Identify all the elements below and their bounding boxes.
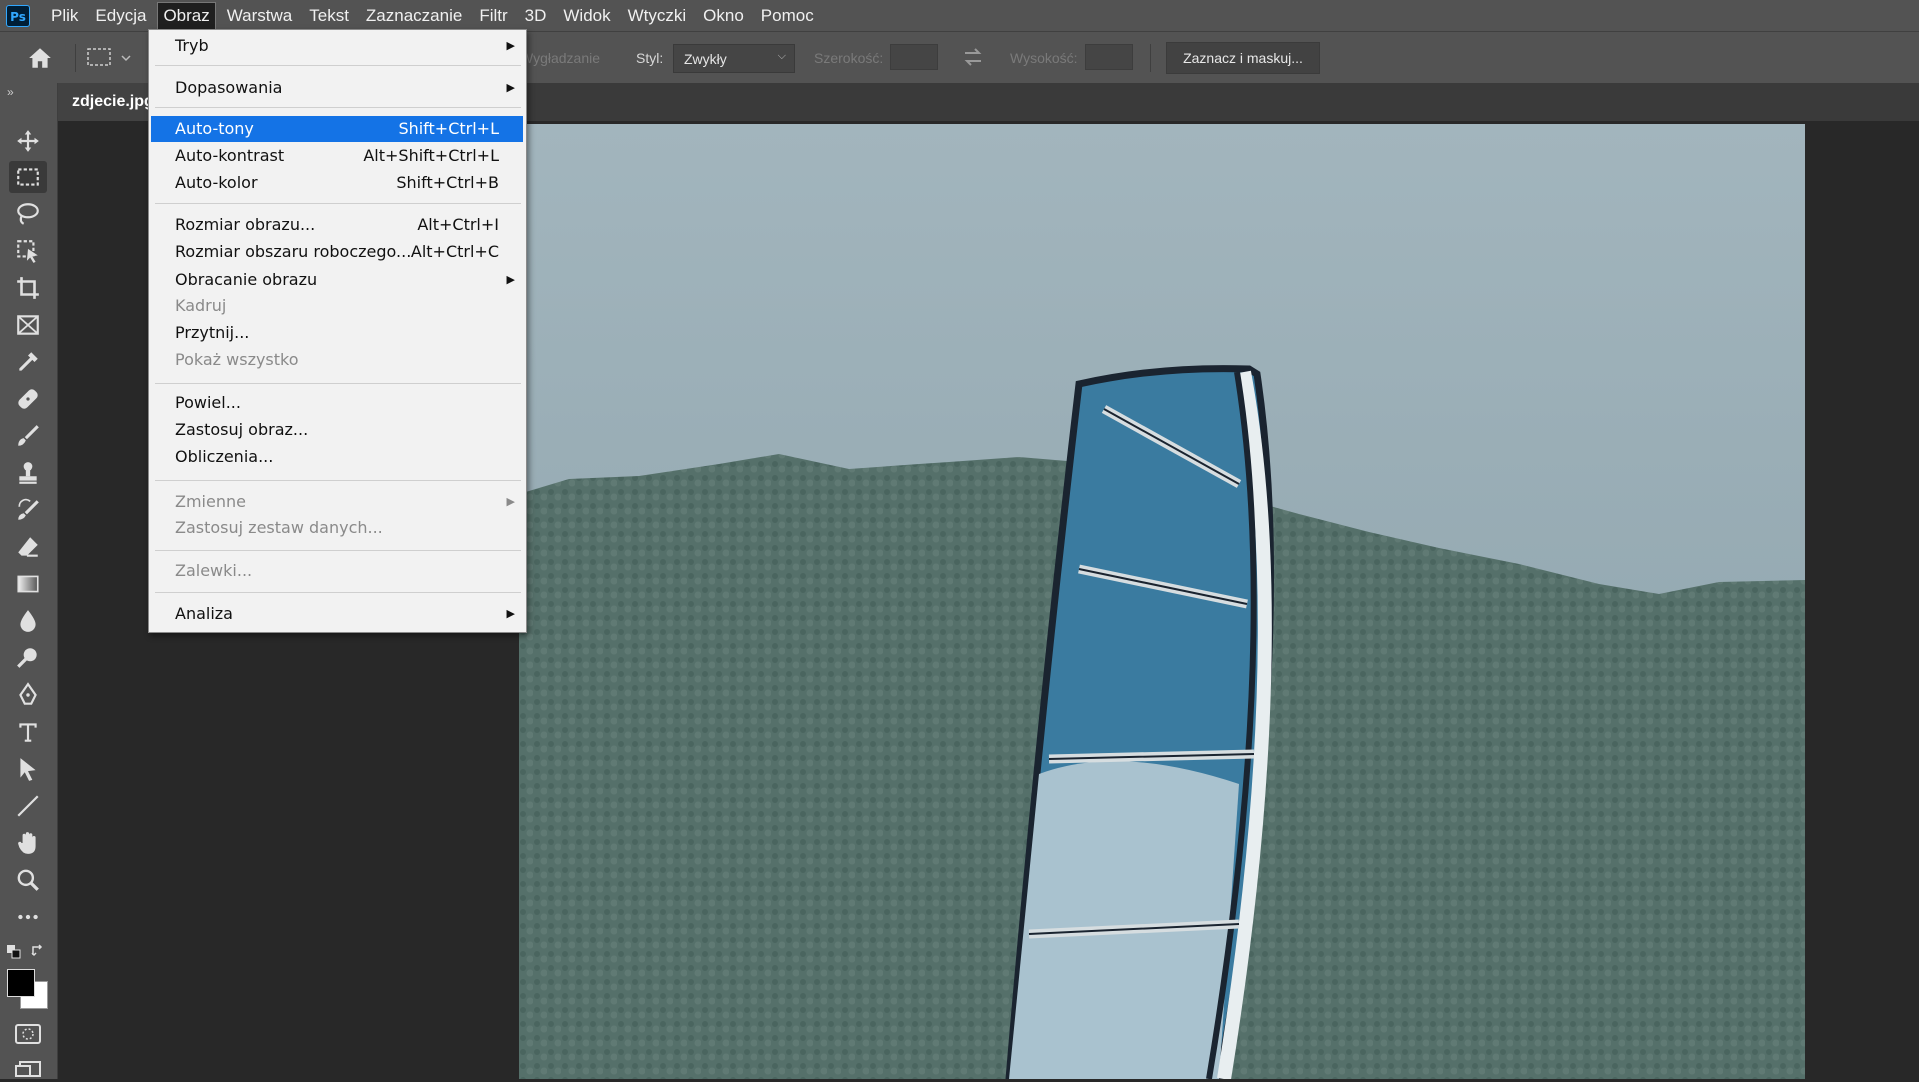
menu-item-dopasowania[interactable]: Dopasowania ▶ xyxy=(151,75,523,101)
menu-item-zastosuj-obraz[interactable]: Zastosuj obraz... xyxy=(151,417,523,443)
menu-item-auto-kolor[interactable]: Auto-kolor Shift+Ctrl+B xyxy=(151,170,523,196)
rect-marquee-tool-icon[interactable] xyxy=(9,161,47,193)
dodge-tool-icon[interactable] xyxy=(9,642,47,674)
menu-plik[interactable]: Plik xyxy=(45,2,84,30)
photo-canvas[interactable] xyxy=(519,124,1805,1079)
menu-item-zmienne[interactable]: Zmienne ▶ xyxy=(151,489,523,515)
menu-item-powiel[interactable]: Powiel... xyxy=(151,390,523,416)
menu-obraz[interactable]: Obraz xyxy=(157,1,216,30)
clone-stamp-tool-icon[interactable] xyxy=(9,457,47,489)
blur-tool-icon[interactable] xyxy=(9,605,47,637)
collapse-panel-icon[interactable]: » xyxy=(7,85,14,99)
eyedropper-tool-icon[interactable] xyxy=(9,346,47,378)
menu-item-auto-kontrast[interactable]: Auto-kontrast Alt+Shift+Ctrl+L xyxy=(151,143,523,169)
home-icon[interactable] xyxy=(26,45,54,71)
object-select-tool-icon[interactable] xyxy=(9,235,47,267)
menu-item-rozmiar-obszaru[interactable]: Rozmiar obszaru roboczego... Alt+Ctrl+C xyxy=(151,239,523,265)
menu-item-zastosuj-zestaw[interactable]: Zastosuj zestaw danych... xyxy=(151,515,523,541)
rect-marquee-preset-icon[interactable] xyxy=(86,46,134,70)
menu-pomoc[interactable]: Pomoc xyxy=(755,2,820,30)
menu-warstwa[interactable]: Warstwa xyxy=(221,2,299,30)
menu-item-obliczenia[interactable]: Obliczenia... xyxy=(151,444,523,470)
height-label: Wysokość: xyxy=(1010,50,1078,66)
menu-item-pokaz-wszystko[interactable]: Pokaż wszystko xyxy=(151,347,523,373)
submenu-arrow-icon: ▶ xyxy=(506,607,515,620)
frame-tool-icon[interactable] xyxy=(9,309,47,341)
menu-item-przytnij[interactable]: Przytnij... xyxy=(151,320,523,346)
zoom-tool-icon[interactable] xyxy=(9,864,47,896)
eraser-tool-icon[interactable] xyxy=(9,531,47,563)
tools-panel: » xyxy=(0,83,58,1079)
hand-tool-icon[interactable] xyxy=(9,827,47,859)
type-tool-icon[interactable] xyxy=(9,716,47,748)
lasso-tool-icon[interactable] xyxy=(9,198,47,230)
menu-tekst[interactable]: Tekst xyxy=(303,2,355,30)
screen-mode-icon[interactable] xyxy=(14,1061,42,1077)
height-input[interactable] xyxy=(1085,44,1133,70)
width-input[interactable] xyxy=(890,44,938,70)
menu-item-analiza[interactable]: Analiza ▶ xyxy=(151,601,523,627)
select-and-mask-button[interactable]: Zaznacz i maskuj... xyxy=(1166,42,1320,74)
menu-item-tryb[interactable]: Tryb ▶ xyxy=(151,33,523,59)
image-menu-dropdown: Tryb ▶ Dopasowania ▶ Auto-tony Shift+Ctrl+L… xyxy=(148,29,527,633)
menu-3d[interactable]: 3D xyxy=(519,2,553,30)
pen-tool-icon[interactable] xyxy=(9,679,47,711)
submenu-arrow-icon: ▶ xyxy=(506,39,515,52)
foreground-color-swatch[interactable] xyxy=(7,969,35,997)
submenu-arrow-icon: ▶ xyxy=(506,81,515,94)
submenu-arrow-icon: ▶ xyxy=(506,273,515,286)
brush-tool-icon[interactable] xyxy=(9,420,47,452)
chevron-down-icon: ⌵ xyxy=(777,50,786,62)
menu-filtr[interactable]: Filtr xyxy=(473,2,513,30)
submenu-arrow-icon: ▶ xyxy=(506,495,515,508)
photoshop-logo-icon[interactable]: Ps xyxy=(6,4,30,27)
menu-bar: Ps Plik Edycja Obraz Warstwa Tekst Zazna… xyxy=(0,0,1919,31)
style-select-value: Zwykły xyxy=(684,51,727,67)
width-label: Szerokość: xyxy=(814,50,884,66)
antialias-label: Wygładzanie xyxy=(520,50,601,66)
history-brush-tool-icon[interactable] xyxy=(9,494,47,526)
menu-widok[interactable]: Widok xyxy=(557,2,616,30)
menu-wtyczki[interactable]: Wtyczki xyxy=(622,2,693,30)
menu-okno[interactable]: Okno xyxy=(697,2,750,30)
line-tool-icon[interactable] xyxy=(9,790,47,822)
menu-item-obracanie-obrazu[interactable]: Obracanie obrazu ▶ xyxy=(151,267,523,293)
style-select[interactable]: Zwykły ⌵ xyxy=(673,44,795,73)
swap-colors-icon[interactable] xyxy=(31,944,45,958)
menu-item-rozmiar-obrazu[interactable]: Rozmiar obrazu... Alt+Ctrl+I xyxy=(151,212,523,238)
default-colors-icon[interactable] xyxy=(7,945,21,959)
menu-edycja[interactable]: Edycja xyxy=(89,2,152,30)
menu-item-auto-tony[interactable]: Auto-tony Shift+Ctrl+L xyxy=(151,116,523,142)
windsurf-photo xyxy=(519,124,1805,1079)
more-tools-icon[interactable] xyxy=(9,901,47,933)
path-select-tool-icon[interactable] xyxy=(9,753,47,785)
crop-tool-icon[interactable] xyxy=(9,272,47,304)
menu-item-zalewki[interactable]: Zalewki... xyxy=(151,558,523,584)
move-tool-icon[interactable] xyxy=(9,125,47,157)
style-label: Styl: xyxy=(636,50,664,66)
menu-zaznaczanie[interactable]: Zaznaczanie xyxy=(360,2,468,30)
quick-mask-icon[interactable] xyxy=(14,1023,42,1045)
gradient-tool-icon[interactable] xyxy=(9,568,47,600)
document-tab[interactable]: zdjecie.jpg xyxy=(58,83,150,121)
swap-dimensions-icon[interactable] xyxy=(962,46,984,68)
healing-brush-tool-icon[interactable] xyxy=(9,383,47,415)
menu-item-kadruj[interactable]: Kadruj xyxy=(151,293,523,319)
